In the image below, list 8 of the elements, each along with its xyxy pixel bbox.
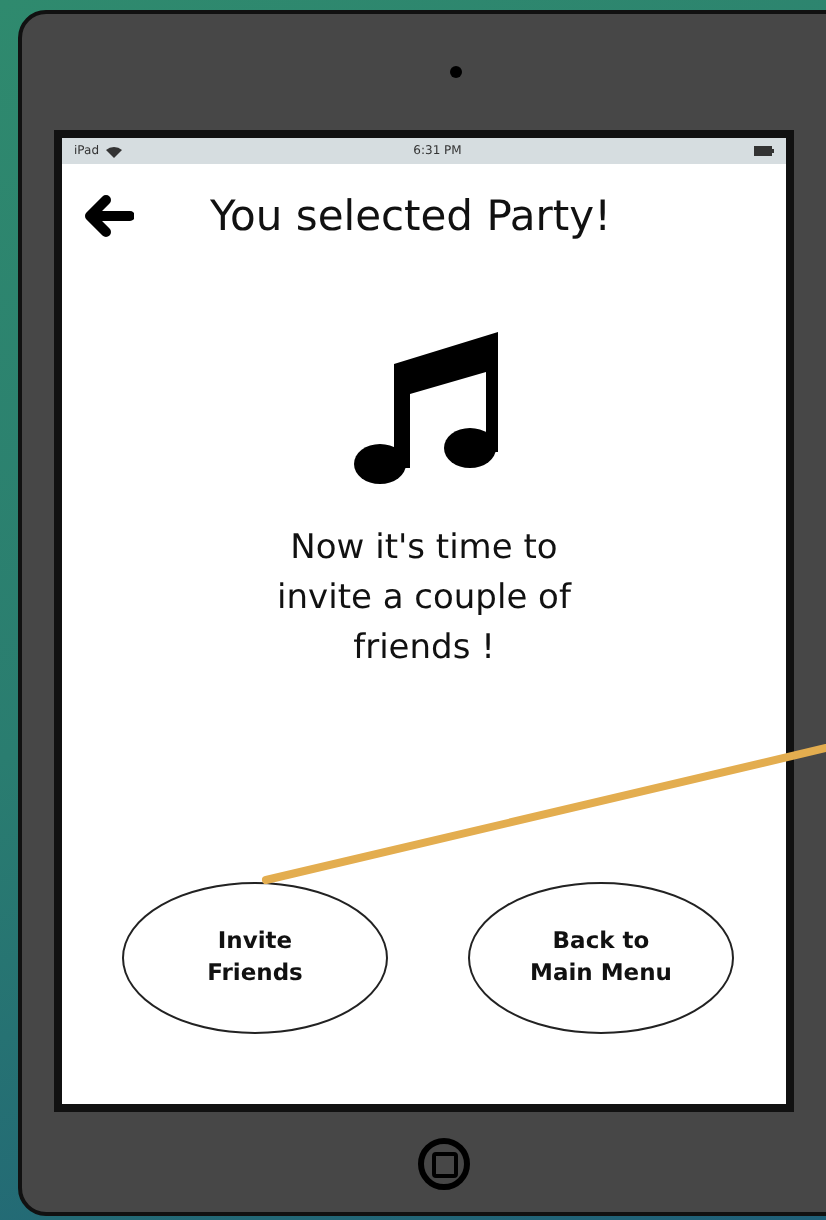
wifi-icon <box>105 145 122 157</box>
message-text: Now it's time to invite a couple of friends ! <box>275 526 574 672</box>
battery-icon <box>753 146 774 156</box>
camera-icon <box>450 66 462 78</box>
screen-title: You selected Party! <box>210 192 611 240</box>
back-arrow-icon[interactable] <box>82 194 134 238</box>
invite-friends-button[interactable]: Invite Friends <box>122 882 388 1034</box>
back-to-menu-button[interactable]: Back to Main Menu <box>468 882 734 1034</box>
